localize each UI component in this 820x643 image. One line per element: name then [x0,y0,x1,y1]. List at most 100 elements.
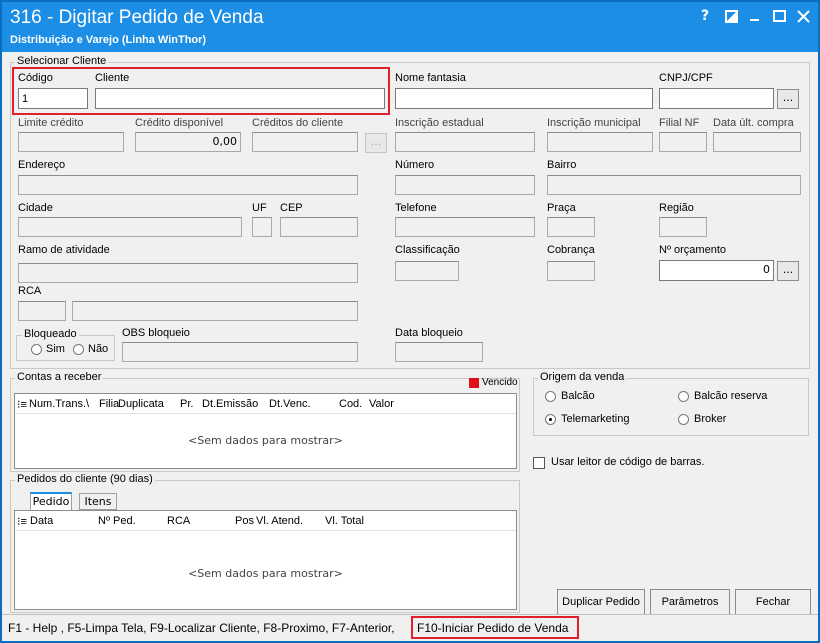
creditos-cliente-label: Créditos do cliente [252,117,344,129]
col-data[interactable]: Data [30,515,53,527]
endereco-field [18,175,358,195]
creditos-cliente-field [252,132,358,152]
pedidos-cliente-title: Pedidos do cliente (90 dias) [15,473,155,485]
window-subtitle: Distribuição e Varejo (Linha WinThor) [10,34,207,46]
bloqueado-sim-label: Sim [46,343,65,355]
obs-bloqueio-field [122,342,358,362]
help-button[interactable]: ? [696,8,714,24]
cobranca-label: Cobrança [547,244,595,256]
inscricao-estadual-label: Inscrição estadual [395,117,484,129]
cnpj-input[interactable] [659,88,774,109]
barcode-checkbox[interactable] [533,457,545,469]
col-rca[interactable]: RCA [167,515,190,527]
close-icon[interactable] [794,8,812,27]
maximize-icon[interactable] [770,8,788,27]
col-filial[interactable]: Filia [99,398,119,410]
nome-fantasia-input[interactable] [395,88,653,109]
origem-broker-radio[interactable] [678,414,689,425]
numero-label: Número [395,159,435,171]
window: 316 - Digitar Pedido de Venda Distribuiç… [0,0,820,643]
barcode-label: Usar leitor de código de barras. [551,456,705,468]
col-dt-emissao[interactable]: Dt.Emissão [202,398,258,410]
col-duplicata[interactable]: Duplicata [118,398,164,410]
contas-receber-grid[interactable]: ⁝≡ Num.Trans.\ Filia Duplicata Pr. Dt.Em… [14,393,517,469]
grid-menu-icon[interactable]: ⁝≡ [17,398,27,411]
restore-icon[interactable] [722,8,740,27]
cnpj-search-button[interactable]: ... [777,89,799,109]
uf-label: UF [252,202,267,214]
origem-telemarketing-label: Telemarketing [561,413,630,425]
bloqueado-nao-label: Não [88,343,109,355]
orcamento-label: Nº orçamento [659,244,726,256]
fechar-button[interactable]: Fechar [735,589,811,615]
filial-nf-field [659,132,707,152]
data-ult-compra-label: Data últ. compra [713,117,794,129]
inscricao-estadual-field [395,132,535,152]
col-num-ped[interactable]: Nº Ped. [98,515,136,527]
col-vl-atend[interactable]: Vl. Atend. [256,515,303,527]
credito-disponivel-field: 0,00 [135,132,241,152]
origem-balcao-radio[interactable] [545,391,556,402]
col-vl-total[interactable]: Vl. Total [325,515,364,527]
classificacao-label: Classificação [395,244,460,256]
duplicar-pedido-button[interactable]: Duplicar Pedido [557,589,645,615]
rca-name-field [72,301,358,321]
col-prest[interactable]: Pr. [180,398,193,410]
filial-nf-label: Filial NF [659,117,700,129]
data-ult-compra-field [713,132,801,152]
col-num-trans[interactable]: Num.Trans.\ [29,398,89,410]
cep-field [280,217,358,237]
endereco-label: Endereço [18,159,66,171]
col-cod[interactable]: Cod. [339,398,362,410]
contas-grid-header: ⁝≡ Num.Trans.\ Filia Duplicata Pr. Dt.Em… [15,394,516,414]
origem-venda-title: Origem da venda [538,371,627,383]
rca-label: RCA [18,285,42,297]
inscricao-municipal-field [547,132,653,152]
limite-credito-label: Limite crédito [18,117,84,129]
praca-label: Praça [547,202,576,214]
regiao-label: Região [659,202,694,214]
bloqueado-sim-radio[interactable] [31,344,42,355]
minimize-icon[interactable] [746,8,764,26]
regiao-field [659,217,707,237]
cidade-field [18,217,242,237]
ramo-atividade-field [18,263,358,283]
pedidos-grid[interactable]: ⁝≡ Data Nº Ped. RCA Pos Vl. Atend. Vl. T… [14,510,517,610]
origem-balcao-reserva-label: Balcão reserva [694,390,768,402]
col-dt-venc[interactable]: Dt.Venc. [269,398,311,410]
cobranca-field [547,261,595,281]
creditos-cliente-button[interactable]: ... [365,133,387,153]
f10-highlight-box [411,616,579,639]
tab-pedido[interactable]: Pedido [30,492,72,511]
classificacao-field [395,261,459,281]
pedidos-empty-message: <Sem dados para mostrar> [188,567,343,580]
origem-telemarketing-radio[interactable] [545,414,556,425]
uf-field [252,217,272,237]
pedidos-grid-header: ⁝≡ Data Nº Ped. RCA Pos Vl. Atend. Vl. T… [15,511,516,531]
orcamento-search-button[interactable]: ... [777,261,799,281]
grid-menu-icon[interactable]: ⁝≡ [17,515,27,528]
obs-bloqueio-label: OBS bloqueio [122,327,190,339]
orcamento-input[interactable]: 0 [659,260,774,281]
cliente-highlight-box [12,67,390,115]
window-title: 316 - Digitar Pedido de Venda [10,7,264,28]
tab-itens[interactable]: Itens [79,493,117,510]
credito-disponivel-label: Crédito disponível [135,117,224,129]
col-valor[interactable]: Valor [369,398,394,410]
col-posicao[interactable]: Pos [235,515,254,527]
data-bloqueio-label: Data bloqueio [395,327,463,339]
cep-label: CEP [280,202,303,214]
rca-code-field [18,301,66,321]
vencido-label: Vencido [482,377,518,388]
ramo-atividade-label: Ramo de atividade [18,244,110,256]
nome-fantasia-label: Nome fantasia [395,72,466,84]
telefone-field [395,217,535,237]
parametros-button[interactable]: Parâmetros [650,589,730,615]
origem-balcao-reserva-radio[interactable] [678,391,689,402]
contas-empty-message: <Sem dados para mostrar> [188,434,343,447]
bairro-field [547,175,801,195]
bloqueado-nao-radio[interactable] [73,344,84,355]
origem-balcao-label: Balcão [561,390,595,402]
bloqueado-title: Bloqueado [22,328,79,340]
status-bar: F1 - Help , F5-Limpa Tela, F9-Localizar … [2,614,818,641]
